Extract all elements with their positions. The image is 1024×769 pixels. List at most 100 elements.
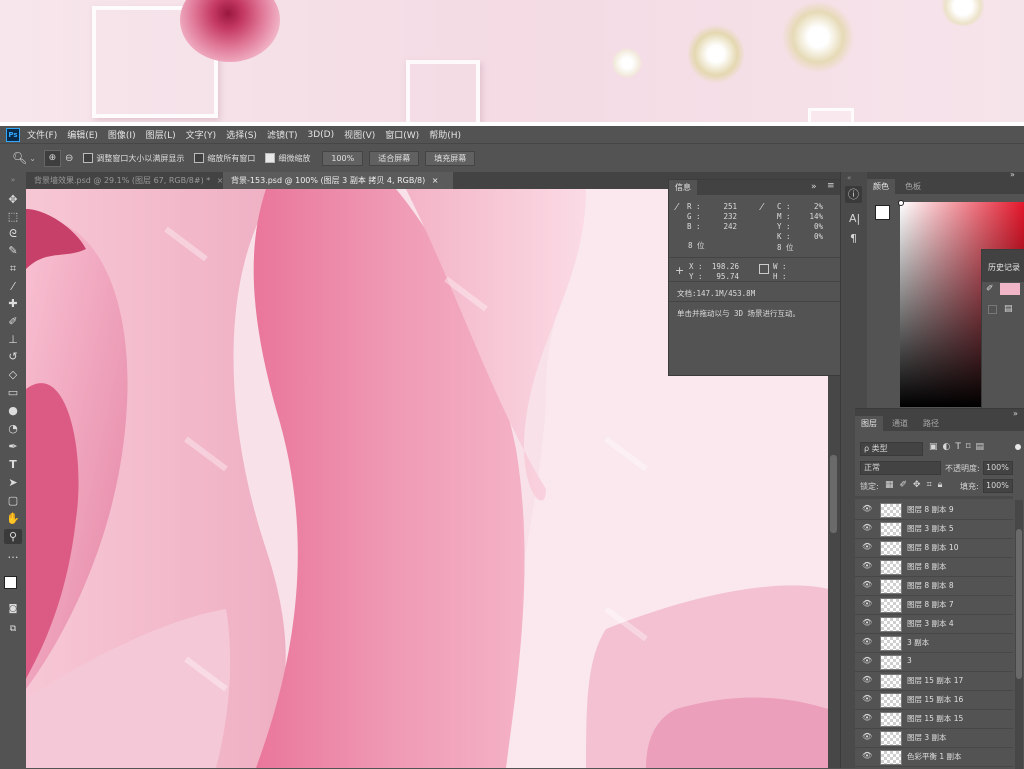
panel-collapse-icon[interactable]: » xyxy=(811,182,817,192)
fit-screen-button[interactable]: 适合屏幕 xyxy=(369,150,420,166)
blur-tool-icon[interactable]: ● xyxy=(4,403,22,418)
menu-type[interactable]: 文字(Y) xyxy=(186,128,217,141)
tab-document-1[interactable]: 背景墙效果.psd @ 29.1% (图层 67, RGB/8#) * × xyxy=(26,172,225,189)
eye-icon[interactable]: 👁︎ xyxy=(862,637,872,646)
screen-mode-icon[interactable]: ⧉ xyxy=(4,622,22,637)
paragraph-icon[interactable]: ¶ xyxy=(850,232,857,245)
eyedropper-tool-icon[interactable]: ⁄ xyxy=(4,279,22,294)
menu-3d[interactable]: 3D(D) xyxy=(307,130,334,140)
dodge-tool-icon[interactable]: ◔ xyxy=(4,421,22,436)
eye-icon[interactable]: 👁︎ xyxy=(862,694,872,703)
menu-layer[interactable]: 图层(L) xyxy=(146,128,176,141)
scrollbar-thumb[interactable] xyxy=(1016,529,1022,679)
panel-collapse-icon[interactable]: » xyxy=(1010,170,1015,179)
menu-window[interactable]: 窗口(W) xyxy=(385,128,419,141)
layer-row[interactable]: 👁︎ 图层 8 副本 7 xyxy=(855,595,1013,615)
fill-screen-button[interactable]: 填充屏幕 xyxy=(425,150,476,166)
eye-icon[interactable]: 👁︎ xyxy=(862,599,872,608)
blend-mode-select[interactable]: 正常 xyxy=(860,461,941,475)
layer-row[interactable]: 👁︎ 图层 8 副本 8 xyxy=(855,576,1013,596)
eye-icon[interactable]: 👁︎ xyxy=(862,675,872,684)
eye-icon[interactable]: 👁︎ xyxy=(862,504,872,513)
layer-row[interactable]: 👁︎ 色彩平衡 1 副本 xyxy=(855,747,1013,767)
layer-row[interactable]: 👁︎ 3 xyxy=(855,652,1013,672)
lock-icons[interactable]: ▦✐✥⌗🔒︎ xyxy=(885,480,948,490)
more-tools-icon[interactable]: … xyxy=(4,547,22,562)
layer-row[interactable]: 👁︎ 图层 3 副本 xyxy=(855,728,1013,748)
color-picker-cursor[interactable] xyxy=(898,200,904,206)
layer-row[interactable]: 👁︎ 图层 8 副本 xyxy=(855,557,1013,577)
foreground-color-swatch[interactable] xyxy=(4,576,17,589)
character-icon[interactable]: A| xyxy=(849,212,860,225)
info-icon[interactable]: ⓘ xyxy=(845,186,862,203)
layer-row[interactable]: 👁︎ 图层 15 副本 16 xyxy=(855,690,1013,710)
tab-channels[interactable]: 通道 xyxy=(886,416,914,431)
brush-tool-icon[interactable]: ✐ xyxy=(4,314,22,329)
zoom-all-windows-checkbox[interactable] xyxy=(194,153,205,163)
eraser-tool-icon[interactable]: ◇ xyxy=(4,367,22,382)
move-tool-icon[interactable]: ✥ xyxy=(4,192,22,207)
zoom-tool-icon[interactable]: ⚲ xyxy=(4,529,22,544)
zoom-tool-icon[interactable]: 🔍︎ xyxy=(12,151,27,165)
tab-info[interactable]: 信息 xyxy=(669,180,697,195)
panel-collapse-icon[interactable]: » xyxy=(1013,409,1018,418)
crop-tool-icon[interactable]: ⌗ xyxy=(4,261,22,276)
resize-windows-checkbox[interactable] xyxy=(83,153,94,163)
eye-icon[interactable]: 👁︎ xyxy=(862,713,872,722)
layer-row[interactable]: 👁︎ 图层 8 副本 10 xyxy=(855,538,1013,558)
history-snapshot-thumbnail[interactable] xyxy=(1000,283,1020,295)
tab-layers[interactable]: 图层 xyxy=(855,416,883,431)
eye-icon[interactable]: 👁︎ xyxy=(862,542,872,551)
panel-menu-icon[interactable]: ≡ xyxy=(827,181,835,191)
document-icon[interactable]: ▤ xyxy=(1004,304,1013,314)
menu-filter[interactable]: 滤镜(T) xyxy=(267,128,298,141)
path-selection-tool-icon[interactable]: ➤ xyxy=(4,475,22,490)
eye-icon[interactable]: 👁︎ xyxy=(862,580,872,589)
gradient-tool-icon[interactable]: ▭ xyxy=(4,385,22,400)
filter-toggle-icon[interactable] xyxy=(1015,444,1021,450)
layer-row[interactable]: 👁︎ 图层 3 副本 5 xyxy=(855,519,1013,539)
layer-row[interactable]: 👁︎ 图层 8 副本 9 xyxy=(855,500,1013,520)
history-state-checkbox[interactable] xyxy=(988,305,997,314)
quick-select-tool-icon[interactable]: ✎ xyxy=(4,243,22,258)
menu-select[interactable]: 选择(S) xyxy=(226,128,257,141)
menu-file[interactable]: 文件(F) xyxy=(27,128,57,141)
layer-kind-filter[interactable]: ρ 类型 xyxy=(860,442,923,456)
foreground-color-swatch[interactable] xyxy=(875,205,890,220)
menu-view[interactable]: 视图(V) xyxy=(344,128,375,141)
history-brush-tool-icon[interactable]: ↺ xyxy=(4,349,22,364)
pen-tool-icon[interactable]: ✒ xyxy=(4,439,22,454)
tab-color[interactable]: 颜色 xyxy=(867,179,895,194)
menu-help[interactable]: 帮助(H) xyxy=(429,128,461,141)
layer-row[interactable]: 👁︎ 3 副本 xyxy=(855,633,1013,653)
menu-edit[interactable]: 编辑(E) xyxy=(67,128,98,141)
layer-row[interactable]: 👁︎ 图层 3 副本 4 xyxy=(855,614,1013,634)
panel-collapse-icon[interactable]: « xyxy=(847,174,851,182)
eye-icon[interactable]: 👁︎ xyxy=(862,656,872,665)
panel-collapse-icon[interactable]: » xyxy=(4,176,22,191)
tab-paths[interactable]: 路径 xyxy=(917,416,945,431)
menu-image[interactable]: 图像(I) xyxy=(108,128,136,141)
scrollbar-thumb[interactable] xyxy=(830,455,837,533)
layer-row[interactable]: 👁︎ 图层 15 副本 17 xyxy=(855,671,1013,691)
layer-filter-icons[interactable]: ▣◐T⌑▤ xyxy=(929,442,989,452)
zoom-in-icon[interactable]: ⊕ xyxy=(43,149,61,167)
eye-icon[interactable]: 👁︎ xyxy=(862,618,872,627)
eye-icon[interactable]: 👁︎ xyxy=(862,732,872,741)
clone-stamp-tool-icon[interactable]: ⊥ xyxy=(4,332,22,347)
quick-mask-icon[interactable]: ◙ xyxy=(4,602,22,617)
eye-icon[interactable]: 👁︎ xyxy=(862,751,872,760)
fill-input[interactable]: 100% xyxy=(983,479,1013,493)
history-brush-icon[interactable]: ✐ xyxy=(986,284,994,294)
chevron-down-icon[interactable]: ⌄ xyxy=(29,154,36,163)
eye-icon[interactable]: 👁︎ xyxy=(862,561,872,570)
history-title[interactable]: 历史记录 xyxy=(988,262,1020,273)
marquee-tool-icon[interactable]: ⬚ xyxy=(4,209,22,224)
opacity-input[interactable]: 100% xyxy=(983,461,1013,475)
tab-swatches[interactable]: 色板 xyxy=(899,179,927,194)
rectangle-tool-icon[interactable]: ▢ xyxy=(4,493,22,508)
hand-tool-icon[interactable]: ✋ xyxy=(4,511,22,526)
layer-row[interactable]: 👁︎ 图层 15 副本 15 xyxy=(855,709,1013,729)
eye-icon[interactable]: 👁︎ xyxy=(862,523,872,532)
lasso-tool-icon[interactable]: ᘓ xyxy=(4,226,22,241)
